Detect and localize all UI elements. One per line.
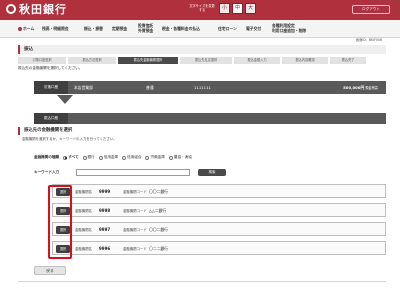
list-item: 選択 金融機関名 9996 金融機関コード 〇二二銀行 xyxy=(52,241,386,255)
source-account-bar: 引落口座 本店営業部 普通 1111111 500,000円預金残高 xyxy=(34,81,386,94)
step-indicator: 引落口座選択 振込方法選択 振込先金融機関選択 振込先支店選択 振込金額入力 振… xyxy=(18,57,386,64)
source-account-type: 普通 xyxy=(146,85,154,90)
bank-code-label: 金融機関コード xyxy=(123,209,147,213)
bank-code: 9997 xyxy=(99,227,111,232)
nav-item-settings[interactable]: 各種利用設定 利用口座追加・削除 xyxy=(272,23,306,35)
nav-item-time-deposit[interactable]: 定期預金 xyxy=(112,23,127,35)
bank-logo-icon xyxy=(6,4,16,14)
nav-item-label: 利用口座追加・削除 xyxy=(272,28,307,33)
source-account-label: 引落口座 xyxy=(34,81,68,94)
font-size-large-button[interactable]: 大 xyxy=(245,3,256,14)
list-item: 選択 金融機関名 9997 金融機関コード 〇〇二銀行 xyxy=(52,222,386,236)
destination-account-label: 振込口座 xyxy=(34,113,68,124)
font-size-small-button[interactable]: 小 xyxy=(219,3,230,14)
source-balance-label: 預金残高 xyxy=(365,86,378,90)
radio-icon xyxy=(98,155,103,160)
institution-type-label: 金融機関の種類 xyxy=(34,154,60,159)
step-5: 振込金額入力 xyxy=(234,57,280,64)
bank-code: 9999 xyxy=(99,189,111,194)
radio-nokyo[interactable]: 農協・漁協 xyxy=(168,154,192,160)
source-balance: 500,000円預金残高 xyxy=(343,81,378,94)
keyword-search-row: キーワード入力 検索 xyxy=(34,168,226,177)
step-1: 引落口座選択 xyxy=(18,57,66,64)
destination-account-bar: 振込口座 xyxy=(34,113,386,124)
arrow-down-icon xyxy=(57,95,73,104)
keyword-input[interactable] xyxy=(76,169,190,176)
step-7: 振込完了 xyxy=(330,57,366,64)
page-title: 振込 xyxy=(18,45,386,54)
bank-code-label: 金融機関コード xyxy=(123,247,147,251)
step-2: 振込方法選択 xyxy=(68,57,116,64)
radio-icon xyxy=(145,155,150,160)
radio-all[interactable]: すべて xyxy=(63,154,79,160)
radio-icon xyxy=(168,155,173,160)
institution-type-filter: 金融機関の種類 すべて 銀行 信用金庫 信用組合 労働金庫 農協・漁協 xyxy=(34,154,196,160)
radio-icon xyxy=(63,155,68,160)
nav-item-transfer[interactable]: 振込・振替 xyxy=(84,23,103,35)
radio-label: 労働金庫 xyxy=(150,154,165,159)
font-size-label: 文字サイズを変更する xyxy=(189,4,215,12)
section-subtitle: 金融機関を選択するか、キーワードの入力を行ってください。 xyxy=(22,137,117,141)
bank-code: 9998 xyxy=(99,208,111,213)
source-account-number: 1111111 xyxy=(194,85,211,90)
radio-rokin[interactable]: 労働金庫 xyxy=(145,154,165,160)
step-6: 振込内容確認 xyxy=(282,57,328,64)
app-header: 秋田銀行 文字サイズを変更する 小 中 大 ログアウト xyxy=(0,0,400,20)
bank-name: 秋田銀行 xyxy=(19,3,67,16)
bank-name-value: 〇〇二銀行 xyxy=(149,189,168,194)
logout-button[interactable]: ログアウト xyxy=(352,5,390,14)
bank-name-value: 〇二二銀行 xyxy=(149,246,168,251)
nav-item-balance[interactable]: 残高・明細照会 xyxy=(42,23,69,35)
global-nav: ホーム 残高・明細照会 振込・振替 定期預金 投資信託 外貨預金 税金・各種料金… xyxy=(0,20,400,38)
instruction-text: 振込先の金融機関を選択してください。 xyxy=(18,66,83,70)
bank-code-label: 金融機関コード xyxy=(123,190,147,194)
nav-item-label: 外貨預金 xyxy=(138,28,154,33)
list-item: 選択 金融機関名 9999 金融機関コード 〇〇二銀行 xyxy=(52,184,386,198)
bank-code: 9996 xyxy=(99,246,111,251)
radio-icon xyxy=(122,155,127,160)
bank-name-value: 〇〇二銀行 xyxy=(149,227,168,232)
back-button[interactable]: 戻る xyxy=(34,266,66,275)
footer-divider xyxy=(18,281,386,282)
radio-shinkumi[interactable]: 信用組合 xyxy=(122,155,141,160)
bank-name-label: 金融機関名 xyxy=(75,228,92,232)
bank-name-label: 金融機関名 xyxy=(75,190,92,194)
nav-item-e-delivery[interactable]: 電子交付 xyxy=(246,23,261,35)
radio-label: 農協・漁協 xyxy=(173,154,192,159)
list-item: 選択 金融機関名 9998 金融機関コード △△二銀行 xyxy=(52,203,386,217)
bank-name-value: △△二銀行 xyxy=(149,208,167,213)
radio-label: 信用金庫 xyxy=(103,154,119,159)
nav-item-housing-loan[interactable]: 住宅ローン xyxy=(218,23,237,35)
step-3-current: 振込先金融機関選択 xyxy=(118,57,178,64)
font-size-medium-button[interactable]: 中 xyxy=(232,3,243,14)
radio-label: 銀行 xyxy=(87,154,95,159)
source-branch: 本店営業部 xyxy=(74,85,93,90)
bank-name-label: 金融機関名 xyxy=(75,209,92,213)
radio-bank[interactable]: 銀行 xyxy=(82,154,95,160)
nav-item-home[interactable]: ホーム xyxy=(18,23,34,35)
nav-item-label: ホーム xyxy=(23,25,35,31)
home-icon xyxy=(18,27,22,31)
step-4: 振込先支店選択 xyxy=(180,57,232,64)
search-button[interactable]: 検索 xyxy=(198,169,226,176)
radio-icon xyxy=(82,155,87,160)
bank-code-label: 金融機関コード xyxy=(123,228,147,232)
nav-item-tax-payment[interactable]: 税金・各種料金の払込 xyxy=(162,23,200,35)
radio-label: すべて xyxy=(68,154,79,159)
bank-name-label: 金融機関名 xyxy=(75,247,92,251)
radio-shinkin[interactable]: 信用金庫 xyxy=(98,154,119,160)
nav-item-investment[interactable]: 投資信託 外貨預金 xyxy=(138,23,153,35)
screen-id: 画面ID：BKIF006 xyxy=(355,38,382,42)
highlight-frame xyxy=(48,185,72,259)
results-list: 選択 金融機関名 9999 金融機関コード 〇〇二銀行 選択 金融機関名 999… xyxy=(52,184,386,260)
section-title: 振込先の金融機関を選択 xyxy=(18,127,386,135)
radio-label: 信用組合 xyxy=(127,154,142,159)
keyword-label: キーワード入力 xyxy=(34,170,60,174)
source-balance-amount: 500,000円 xyxy=(343,85,365,90)
